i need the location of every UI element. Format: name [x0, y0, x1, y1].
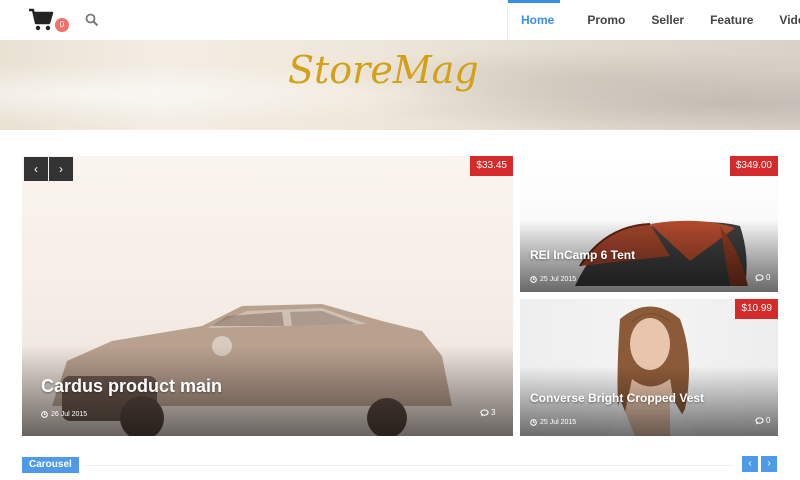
post-date: 25 Jul 2015	[530, 419, 576, 426]
clock-icon	[530, 419, 537, 426]
date-text: 26 Jul 2015	[51, 411, 88, 418]
carousel-section-label: Carousel	[22, 457, 79, 473]
nav-seller[interactable]: Seller	[638, 0, 697, 40]
clock-icon	[41, 411, 48, 418]
comment-icon	[755, 273, 764, 282]
comment-count[interactable]: 3	[480, 408, 495, 417]
header-banner: StoreMag	[0, 40, 800, 130]
post-date: 26 Jul 2015	[41, 411, 87, 418]
comment-count[interactable]: 0	[755, 273, 770, 282]
featured-product-card-tent[interactable]: $349.00 REI InCamp 6 Tent 25 Jul 2015 0	[520, 156, 778, 292]
date-text: 25 Jul 2015	[540, 419, 577, 426]
cart-count-badge: 0	[55, 18, 69, 32]
comment-icon	[480, 408, 489, 417]
product-title[interactable]: Cardus product main	[41, 376, 222, 397]
comment-icon	[755, 416, 764, 425]
nav-video[interactable]: Video	[766, 0, 800, 40]
section-divider	[84, 465, 734, 466]
comment-count-text: 3	[491, 408, 496, 417]
slider-next-button[interactable]: ›	[49, 157, 73, 181]
date-text: 25 Jul 2015	[540, 276, 577, 283]
featured-product-card-main[interactable]: $33.45 Cardus product main 26 Jul 2015 3	[22, 156, 513, 436]
featured-product-card-vest[interactable]: $10.99 Converse Bright Cropped Vest 25 J…	[520, 299, 778, 436]
price-badge: $349.00	[729, 156, 778, 176]
search-icon[interactable]	[85, 13, 99, 27]
nav-promo[interactable]: Promo	[574, 0, 638, 40]
main-nav: Home Promo Seller Feature Video	[507, 0, 800, 40]
site-logo[interactable]: StoreMag	[288, 48, 479, 92]
comment-count-text: 0	[766, 416, 771, 425]
cart-icon[interactable]	[28, 8, 54, 32]
nav-home[interactable]: Home	[508, 0, 574, 40]
product-title[interactable]: Converse Bright Cropped Vest	[530, 391, 704, 405]
top-bar: 0 Home Promo Seller Feature Video	[0, 0, 800, 40]
carousel-next-button[interactable]: ›	[761, 456, 777, 472]
comment-count[interactable]: 0	[755, 416, 770, 425]
carousel-prev-button[interactable]: ‹	[742, 456, 758, 472]
clock-icon	[530, 276, 537, 283]
price-badge: $10.99	[735, 299, 778, 319]
comment-count-text: 0	[766, 273, 771, 282]
product-title[interactable]: REI InCamp 6 Tent	[530, 248, 635, 262]
slider-prev-button[interactable]: ‹	[24, 157, 48, 181]
post-date: 25 Jul 2015	[530, 276, 576, 283]
price-badge: $33.45	[470, 156, 513, 176]
nav-feature[interactable]: Feature	[697, 0, 766, 40]
